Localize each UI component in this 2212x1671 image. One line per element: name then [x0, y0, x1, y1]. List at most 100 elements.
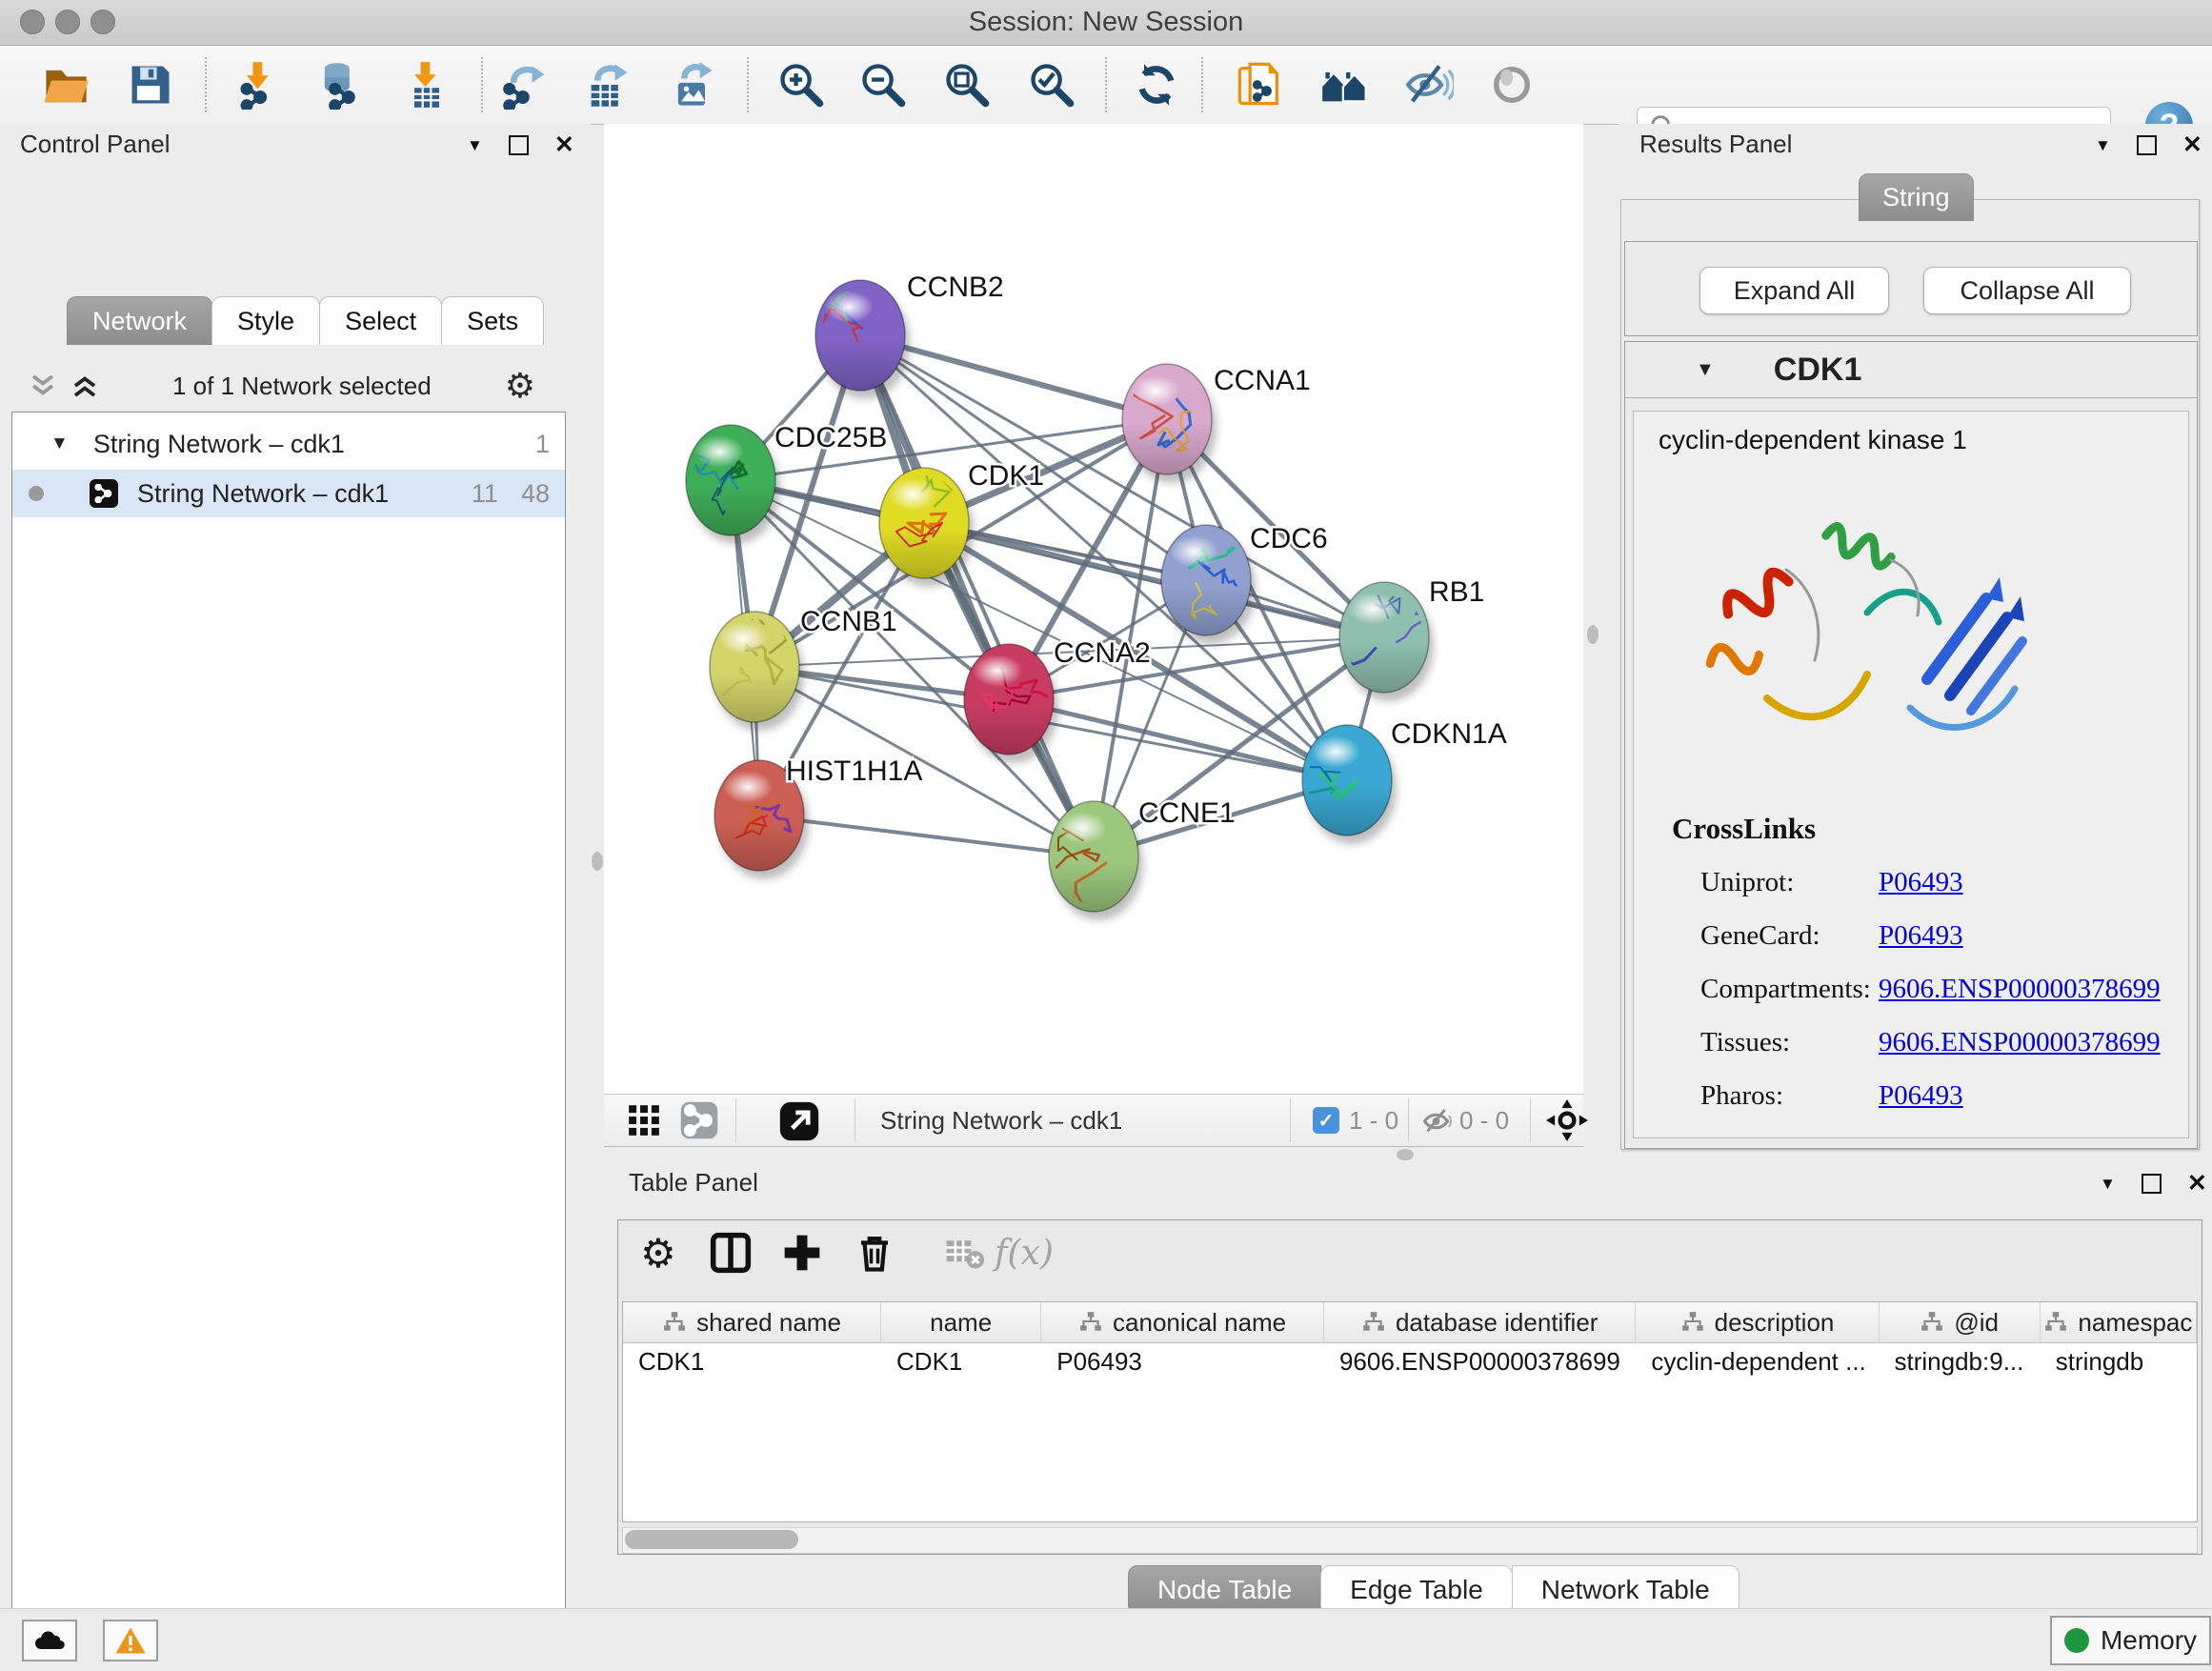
warnings-button[interactable]	[103, 1620, 158, 1661]
float-panel-icon[interactable]	[2142, 1174, 2162, 1194]
left-splitter-handle[interactable]	[592, 852, 603, 871]
table-cell[interactable]: stringdb	[2041, 1342, 2197, 1380]
close-panel-icon[interactable]: ✕	[2182, 137, 2202, 153]
network-canvas[interactable]: CCNB2CCNA1CDC25BCDK1CDC6RB1CCNB1CCNA2CDK…	[604, 124, 1583, 1094]
column-header-database-identifier[interactable]: database identifier	[1324, 1302, 1636, 1342]
collapse-all-button[interactable]: Collapse All	[1923, 267, 2131, 314]
import-network-database-icon[interactable]	[313, 59, 365, 111]
table-options-gear-icon[interactable]: ⚙	[633, 1228, 683, 1278]
table-cell[interactable]: cyclin-dependent ...	[1636, 1342, 1879, 1380]
toolbar-separator	[1408, 1098, 1409, 1142]
birds-eye-grid-icon[interactable]	[623, 1099, 665, 1141]
network-overview-icon[interactable]	[678, 1099, 720, 1141]
tab-network[interactable]: Network	[67, 296, 212, 345]
scrollbar-thumb[interactable]	[625, 1530, 798, 1549]
hide-panels-icon[interactable]	[1403, 59, 1455, 111]
crosslink-link[interactable]: P06493	[1879, 1080, 1963, 1112]
node-CCNB1[interactable]	[704, 609, 804, 732]
manage-networks-icon[interactable]	[1235, 59, 1286, 111]
crosslink-link[interactable]: 9606.ENSP00000378699	[1879, 974, 2161, 1005]
right-splitter-handle[interactable]	[1587, 625, 1599, 644]
network-view-toolbar: String Network – cdk1 ✓ 1 - 0 0 - 0	[604, 1094, 1583, 1147]
column-header-canonical-name[interactable]: canonical name	[1041, 1302, 1324, 1342]
panel-menu-icon[interactable]: ▼	[2095, 136, 2111, 155]
column-header-@id[interactable]: @id	[1880, 1302, 2041, 1342]
tab-sets[interactable]: Sets	[441, 296, 544, 345]
gene-header[interactable]: ▼ CDK1	[1625, 342, 2197, 398]
cloud-button[interactable]	[22, 1620, 77, 1661]
zoom-fit-icon[interactable]	[941, 59, 993, 111]
network-collection-row[interactable]: ▼ String Network – cdk1 1	[12, 420, 565, 468]
memory-button[interactable]: Memory	[2050, 1616, 2211, 1665]
collection-name: String Network – cdk1	[93, 430, 345, 459]
export-image-icon[interactable]	[667, 59, 718, 111]
node-CCNE1[interactable]	[1029, 801, 1143, 920]
add-column-icon[interactable]	[777, 1228, 827, 1278]
node-CCNA1[interactable]	[1122, 364, 1217, 483]
column-header-shared-name[interactable]: shared name	[623, 1302, 881, 1342]
function-builder-icon[interactable]: f(x)	[999, 1228, 1049, 1278]
refresh-view-icon[interactable]	[1131, 59, 1182, 111]
export-network-icon[interactable]	[500, 59, 552, 111]
gene-collapse-icon[interactable]: ▼	[1696, 359, 1715, 381]
column-header-name[interactable]: name	[881, 1302, 1041, 1342]
home-icon[interactable]	[1319, 59, 1371, 111]
node-CDK1[interactable]	[879, 468, 974, 587]
collapse-all-icon[interactable]	[29, 373, 57, 398]
network-options-gear-icon[interactable]: ⚙	[505, 366, 535, 406]
crosslink-link[interactable]: P06493	[1879, 920, 1963, 952]
crosslink-link[interactable]: 9606.ENSP00000378699	[1879, 1027, 2161, 1058]
expand-all-button[interactable]: Expand All	[1699, 267, 1889, 314]
node-CDKN1A[interactable]	[1277, 725, 1397, 844]
network-name: String Network – cdk1	[137, 479, 389, 509]
node-label-CCNA1: CCNA1	[1214, 365, 1311, 396]
delete-column-icon[interactable]	[850, 1228, 899, 1278]
crosslink-label: Tissues:	[1700, 1027, 1790, 1058]
node-CCNA2[interactable]	[964, 644, 1058, 763]
edge-HIST1H1A-CCNE1[interactable]	[759, 815, 1094, 856]
detach-view-icon[interactable]	[777, 1099, 821, 1143]
tree-expand-icon[interactable]: ▼	[50, 433, 69, 454]
table-cell[interactable]: 9606.ENSP00000378699	[1324, 1342, 1636, 1380]
show-columns-icon[interactable]	[706, 1228, 755, 1278]
results-panel-title: Results Panel	[1639, 130, 1792, 159]
fit-content-crosshair-icon[interactable]	[1545, 1098, 1589, 1142]
panel-menu-icon[interactable]: ▼	[2100, 1175, 2116, 1194]
zoom-selected-icon[interactable]	[1026, 59, 1077, 111]
table-horizontal-scrollbar[interactable]	[622, 1527, 2198, 1554]
open-session-icon[interactable]	[40, 59, 91, 111]
node-CDC6[interactable]	[1161, 525, 1256, 644]
column-header-description[interactable]: description	[1636, 1302, 1879, 1342]
save-session-icon[interactable]	[125, 59, 176, 111]
status-bar: Memory	[0, 1608, 2212, 1671]
zoom-in-icon[interactable]	[775, 59, 827, 111]
network-row[interactable]: String Network – cdk1 11 48	[12, 470, 565, 517]
tab-style[interactable]: Style	[211, 296, 320, 345]
expand-all-icon[interactable]	[70, 373, 99, 398]
hidden-eye-slash-icon[interactable]	[1419, 1103, 1456, 1139]
table-row[interactable]: CDK1CDK1P064939606.ENSP00000378699cyclin…	[623, 1342, 2197, 1380]
node-CCNB2[interactable]	[786, 280, 910, 399]
zoom-out-icon[interactable]	[857, 59, 909, 111]
tab-string[interactable]: String	[1859, 173, 1974, 221]
node-RB1[interactable]	[1327, 582, 1434, 701]
tab-select[interactable]: Select	[319, 296, 442, 345]
horizontal-splitter-handle[interactable]	[1397, 1149, 1414, 1160]
panel-menu-icon[interactable]: ▼	[467, 136, 483, 155]
float-panel-icon[interactable]	[2137, 135, 2157, 155]
crosslink-link[interactable]: P06493	[1879, 867, 1963, 898]
table-cell[interactable]: CDK1	[623, 1342, 881, 1380]
float-panel-icon[interactable]	[509, 135, 529, 155]
import-table-file-icon[interactable]	[401, 59, 452, 111]
table-cell[interactable]: CDK1	[881, 1342, 1041, 1380]
column-header-namespac[interactable]: namespac	[2041, 1302, 2197, 1342]
export-table-icon[interactable]	[582, 59, 633, 111]
table-cell[interactable]: stringdb:9...	[1880, 1342, 2041, 1380]
close-panel-icon[interactable]: ✕	[554, 137, 574, 153]
delete-table-icon[interactable]	[939, 1228, 989, 1278]
import-network-file-icon[interactable]	[233, 59, 285, 111]
table-cell[interactable]: P06493	[1041, 1342, 1324, 1380]
close-panel-icon[interactable]: ✕	[2187, 1176, 2207, 1192]
preview-icon[interactable]	[1486, 59, 1538, 111]
selected-checkbox-icon[interactable]: ✓	[1313, 1107, 1339, 1134]
